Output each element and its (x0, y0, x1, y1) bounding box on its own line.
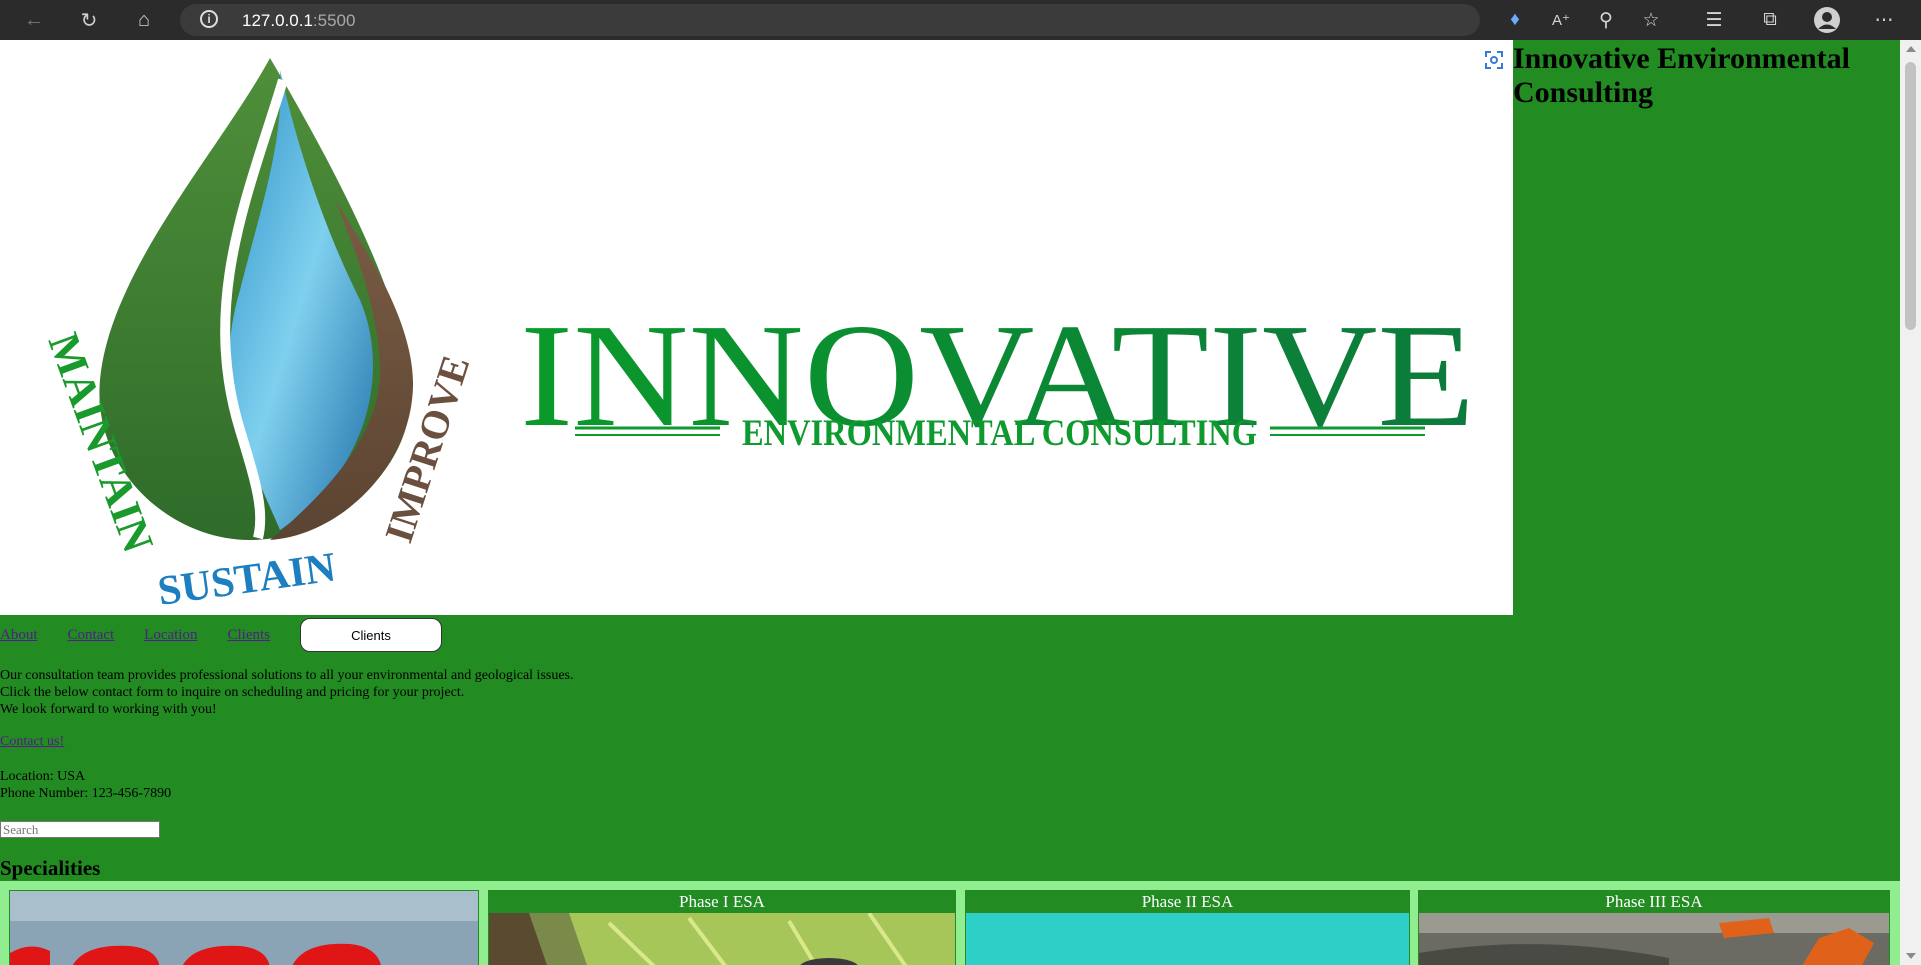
more-icon[interactable]: ⋯ (1870, 6, 1898, 34)
page-scrollbar[interactable] (1900, 40, 1921, 965)
zoom-out-icon[interactable]: ⚲ (1592, 6, 1620, 34)
refresh-icon[interactable]: ↻ (75, 6, 103, 34)
card-title: Phase III ESA (1605, 892, 1703, 911)
nav-link-clients[interactable]: Clients (227, 627, 270, 644)
browser-toolbar: ← ↻ ⌂ i 127.0.0.1:5500 ♦ A⁺ ⚲ ☆ ☰ ⧉ ⋯ (0, 0, 1921, 40)
speciality-card-phase-2[interactable]: Phase II ESA (965, 890, 1410, 965)
card-image (489, 913, 955, 965)
hero-logo-banner: MAINTAIN SUSTAIN IMPROVE INNOVATIVE ENVI… (0, 40, 1513, 615)
card-image (966, 913, 1409, 965)
clients-button[interactable]: Clients (300, 618, 442, 652)
card-title: Phase II ESA (1141, 892, 1234, 911)
logo-subtitle: ENVIRONMENTAL CONSULTING (742, 413, 1257, 454)
nav-link-about[interactable]: About (0, 627, 38, 644)
site-info-icon[interactable]: i (200, 10, 218, 28)
main-nav: About Contact Location Clients Clients (0, 617, 442, 653)
intro-line-1: Our consultation team provides professio… (0, 668, 574, 683)
site-title: Innovative Environmental Consulting (1513, 42, 1850, 109)
url-host: 127.0.0.1 (242, 11, 313, 30)
back-icon[interactable]: ← (20, 6, 48, 34)
search-input[interactable] (0, 821, 160, 838)
nav-link-location[interactable]: Location (144, 627, 197, 644)
location-info: Location: USA Phone Number: 123-456-7890 (0, 768, 171, 802)
speciality-card-phase-3[interactable]: Phase III ESA (1418, 890, 1890, 965)
intro-line-2: Click the below contact form to inquire … (0, 685, 465, 700)
address-bar[interactable]: i 127.0.0.1:5500 (180, 4, 1480, 36)
contact-us-link[interactable]: Contact us! (0, 734, 64, 750)
phone-line: Phone Number: 123-456-7890 (0, 786, 172, 801)
innovative-logo: MAINTAIN SUSTAIN IMPROVE INNOVATIVE ENVI… (39, 58, 1475, 615)
arc-text-bottom: SUSTAIN (155, 544, 339, 614)
card-title: Phase I ESA (679, 892, 765, 911)
collections-icon[interactable]: ⧉ (1756, 6, 1784, 34)
scroll-down-icon[interactable] (1906, 953, 1916, 959)
card-image (1419, 913, 1889, 965)
speciality-card-phase-1[interactable]: Phase I ESA (488, 890, 956, 965)
specialities-heading: Specialities (0, 856, 101, 880)
visual-search-icon[interactable] (1484, 50, 1504, 70)
location-line: Location: USA (0, 769, 86, 784)
favorites-icon[interactable]: ☰ (1700, 6, 1728, 34)
page-viewport: MAINTAIN SUSTAIN IMPROVE INNOVATIVE ENVI… (0, 40, 1900, 965)
url-port: :5500 (312, 11, 356, 30)
intro-text: Our consultation team provides professio… (0, 667, 574, 718)
intro-line-3: We look forward to working with you! (0, 702, 217, 717)
card-image (10, 891, 478, 965)
tag-icon[interactable]: ♦ (1501, 6, 1529, 34)
add-favorite-icon[interactable]: ☆ (1637, 6, 1665, 34)
read-aloud-icon[interactable]: A⁺ (1547, 6, 1575, 34)
speciality-card-pfas[interactable] (9, 890, 479, 965)
home-icon[interactable]: ⌂ (130, 6, 158, 34)
nav-link-contact[interactable]: Contact (68, 627, 115, 644)
address-url[interactable]: 127.0.0.1:5500 (242, 11, 355, 31)
profile-icon[interactable] (1813, 6, 1841, 34)
scroll-up-icon[interactable] (1906, 46, 1916, 52)
scrollbar-thumb[interactable] (1905, 62, 1916, 330)
